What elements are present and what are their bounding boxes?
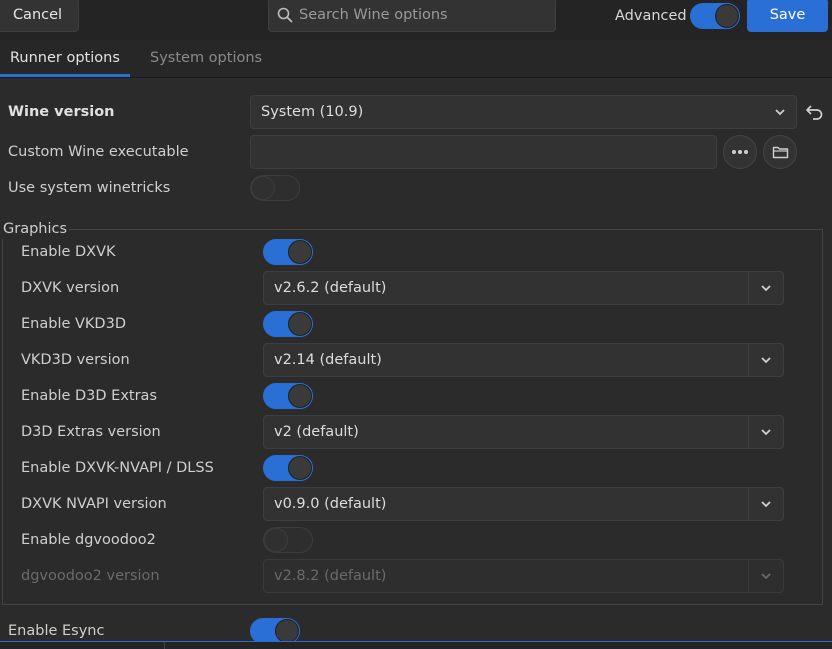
dgvoodoo2-version-value: v2.8.2 (default) <box>274 568 387 584</box>
undo-icon[interactable] <box>805 103 825 121</box>
search-icon <box>277 7 293 23</box>
nvapi-version-label: DXVK NVAPI version <box>21 496 167 512</box>
enable-nvapi-switch[interactable] <box>263 455 313 481</box>
folder-icon <box>772 146 789 159</box>
save-button-label: Save <box>769 7 806 23</box>
search-field[interactable] <box>268 0 556 32</box>
more-options-button[interactable] <box>723 135 757 169</box>
dropdown-arrow <box>748 560 783 592</box>
dgvoodoo2-version-dropdown: v2.8.2 (default) <box>263 559 784 593</box>
switch-knob <box>715 4 739 28</box>
nvapi-version-dropdown[interactable]: v0.9.0 (default) <box>263 487 784 521</box>
dropdown-arrow[interactable] <box>748 488 783 520</box>
switch-knob <box>288 456 312 480</box>
browse-folder-button[interactable] <box>763 135 797 169</box>
switch-knob <box>251 176 275 200</box>
chevron-down-icon <box>761 573 771 580</box>
ellipsis-icon <box>732 150 748 154</box>
enable-d3d-extras-switch[interactable] <box>263 383 313 409</box>
cancel-button-label: Cancel <box>12 7 63 23</box>
dgvoodoo2-version-label: dgvoodoo2 version <box>21 568 160 584</box>
system-winetricks-switch[interactable] <box>250 175 300 201</box>
enable-dxvk-switch[interactable] <box>263 239 313 265</box>
system-winetricks-label: Use system winetricks <box>8 180 171 196</box>
chevron-down-icon <box>761 357 771 364</box>
dropdown-arrow[interactable] <box>748 272 783 304</box>
dxvk-version-dropdown[interactable]: v2.6.2 (default) <box>263 271 784 305</box>
save-button[interactable]: Save <box>747 0 828 32</box>
dropdown-arrow[interactable] <box>748 344 783 376</box>
chevron-down-icon <box>775 109 785 116</box>
enable-vkd3d-label: Enable VKD3D <box>21 316 126 332</box>
switch-knob <box>288 312 312 336</box>
search-input[interactable] <box>299 5 549 25</box>
enable-d3d-extras-label: Enable D3D Extras <box>21 388 157 404</box>
switch-knob <box>288 240 312 264</box>
chevron-down-icon <box>761 285 771 292</box>
vkd3d-version-label: VKD3D version <box>21 352 130 368</box>
enable-vkd3d-switch[interactable] <box>263 311 313 337</box>
enable-dxvk-label: Enable DXVK <box>21 244 116 260</box>
advanced-label: Advanced <box>615 8 687 24</box>
tab-label: Runner options <box>10 50 120 66</box>
switch-knob <box>288 384 312 408</box>
custom-wine-exe-input[interactable] <box>259 143 699 161</box>
tab-label: System options <box>150 50 263 66</box>
switch-knob <box>264 528 288 552</box>
dxvk-version-label: DXVK version <box>21 280 120 296</box>
tab-runner-options[interactable]: Runner options <box>0 40 130 77</box>
vkd3d-version-dropdown[interactable]: v2.14 (default) <box>263 343 784 377</box>
wine-version-dropdown[interactable]: System (10.9) <box>250 95 797 129</box>
chevron-down-icon <box>761 429 771 436</box>
enable-esync-label: Enable Esync <box>8 623 105 639</box>
switch-knob <box>275 619 299 643</box>
graphics-group-title: Graphics <box>2 219 70 239</box>
vkd3d-version-value: v2.14 (default) <box>274 352 382 368</box>
dropdown-arrow <box>762 96 796 128</box>
tab-bar: Runner options System options <box>0 40 832 78</box>
custom-wine-exe-label: Custom Wine executable <box>8 144 189 160</box>
chevron-down-icon <box>761 501 771 508</box>
nvapi-version-value: v0.9.0 (default) <box>274 496 387 512</box>
custom-wine-exe-field[interactable] <box>250 135 717 169</box>
enable-dgvoodoo2-switch[interactable] <box>263 527 313 553</box>
d3d-extras-version-value: v2 (default) <box>274 424 359 440</box>
wine-version-value: System (10.9) <box>261 104 364 120</box>
cancel-button[interactable]: Cancel <box>0 0 79 32</box>
enable-nvapi-label: Enable DXVK-NVAPI / DLSS <box>21 460 214 476</box>
dxvk-version-value: v2.6.2 (default) <box>274 280 387 296</box>
dropdown-arrow[interactable] <box>748 416 783 448</box>
enable-dgvoodoo2-label: Enable dgvoodoo2 <box>21 532 156 548</box>
d3d-extras-version-label: D3D Extras version <box>21 424 161 440</box>
d3d-extras-version-dropdown[interactable]: v2 (default) <box>263 415 784 449</box>
wine-version-label: Wine version <box>8 104 115 120</box>
advanced-switch[interactable] <box>690 3 740 29</box>
header-bar: Cancel Advanced Save <box>0 0 832 41</box>
tab-system-options[interactable]: System options <box>140 40 272 77</box>
